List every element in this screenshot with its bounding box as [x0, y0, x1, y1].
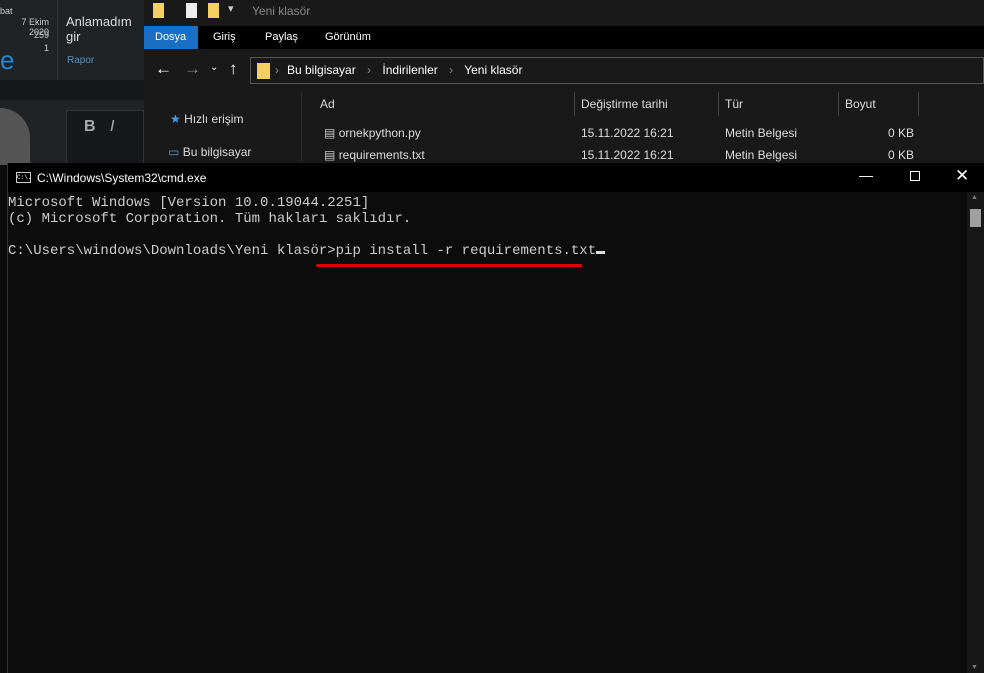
file-row[interactable]: ▤ ornekpython.py — [324, 126, 421, 140]
maximize-icon[interactable] — [910, 171, 920, 181]
forum-meta: 259 — [33, 30, 49, 40]
new-folder-icon[interactable] — [208, 3, 219, 18]
breadcrumb-item[interactable]: Bu bilgisayar — [287, 63, 356, 77]
cmd-window: C:\. C:\Windows\System32\cmd.exe — ✕ Mic… — [7, 163, 984, 673]
file-explorer-window: ▾ Yeni klasör Dosya Giriş Paylaş Görünüm… — [144, 0, 984, 165]
console-prompt: C:\Users\windows\Downloads\Yeni klasör> — [8, 243, 336, 259]
nav-quick-access[interactable]: ★ Hızlı erişim — [170, 112, 243, 126]
tab-dosya[interactable]: Dosya — [144, 26, 198, 49]
column-name[interactable]: Ad — [320, 97, 335, 111]
tab-giris[interactable]: Giriş — [202, 26, 247, 49]
file-row[interactable]: ▤ requirements.txt — [324, 148, 425, 162]
window-title: Yeni klasör — [252, 4, 311, 18]
address-bar[interactable]: › Bu bilgisayar › İndirilenler › Yeni kl… — [250, 57, 984, 84]
console-line: Microsoft Windows [Version 10.0.19044.22… — [8, 195, 370, 211]
console-command: pip install -r requirements.txt — [335, 243, 597, 259]
italic-button[interactable]: I — [110, 118, 114, 136]
computer-icon: ▭ — [168, 145, 180, 159]
star-icon: ★ — [170, 112, 181, 126]
recent-dropdown-icon[interactable]: ⌄ — [210, 62, 218, 73]
minimize-icon[interactable]: — — [859, 167, 873, 183]
console-line: (c) Microsoft Corporation. Tüm hakları s… — [8, 211, 412, 227]
bold-button[interactable]: B — [84, 118, 96, 136]
folder-icon — [257, 63, 270, 79]
close-icon[interactable]: ✕ — [955, 166, 969, 186]
file-date: 15.11.2022 16:21 — [581, 148, 674, 162]
scrollbar-thumb[interactable] — [970, 209, 981, 227]
forum-meta: 1 — [43, 43, 49, 53]
column-date[interactable]: Değiştirme tarihi — [581, 97, 668, 111]
file-type: Metin Belgesi — [725, 126, 798, 140]
breadcrumb-item[interactable]: Yeni klasör — [464, 63, 522, 77]
quick-access-dropdown-icon[interactable]: ▾ — [228, 2, 234, 15]
up-icon[interactable]: ↑ — [229, 59, 238, 79]
tab-gorunum[interactable]: Görünüm — [314, 26, 382, 49]
file-size: 0 KB — [888, 148, 915, 162]
forward-icon[interactable]: → — [184, 59, 201, 79]
post-title[interactable]: Anlamadım gir — [66, 14, 144, 44]
folder-icon — [153, 3, 164, 18]
tab-paylas[interactable]: Paylaş — [254, 26, 309, 49]
ribbon-tabs: Dosya Giriş Paylaş Görünüm — [144, 26, 984, 49]
file-date: 15.11.2022 16:21 — [581, 126, 674, 140]
column-size[interactable]: Boyut — [845, 97, 876, 111]
red-underline-annotation — [316, 264, 582, 267]
scrollbar[interactable]: ▲ ▼ — [967, 192, 984, 673]
avatar — [0, 108, 30, 165]
breadcrumb-item[interactable]: İndirilenler — [382, 63, 437, 77]
report-link[interactable]: Rapor — [67, 55, 94, 66]
back-icon[interactable]: ← — [155, 59, 172, 79]
nav-this-pc[interactable]: ▭ Bu bilgisayar — [168, 145, 251, 159]
file-size: 0 KB — [888, 126, 915, 140]
cmd-icon: C:\. — [16, 172, 32, 183]
properties-icon[interactable] — [186, 3, 197, 18]
column-type[interactable]: Tür — [725, 97, 743, 111]
console-output[interactable]: Microsoft Windows [Version 10.0.19044.22… — [8, 195, 606, 259]
background-forum-page: bat 7 Ekim 2020 259 1 e Anlamadım gir Ra… — [0, 0, 144, 165]
cmd-title: C:\Windows\System32\cmd.exe — [37, 171, 207, 185]
cursor — [596, 251, 606, 254]
logo: e — [0, 45, 15, 75]
file-type: Metin Belgesi — [725, 148, 798, 162]
cmd-titlebar[interactable]: C:\. C:\Windows\System32\cmd.exe — ✕ — [8, 163, 984, 192]
forum-meta: bat — [0, 6, 13, 16]
